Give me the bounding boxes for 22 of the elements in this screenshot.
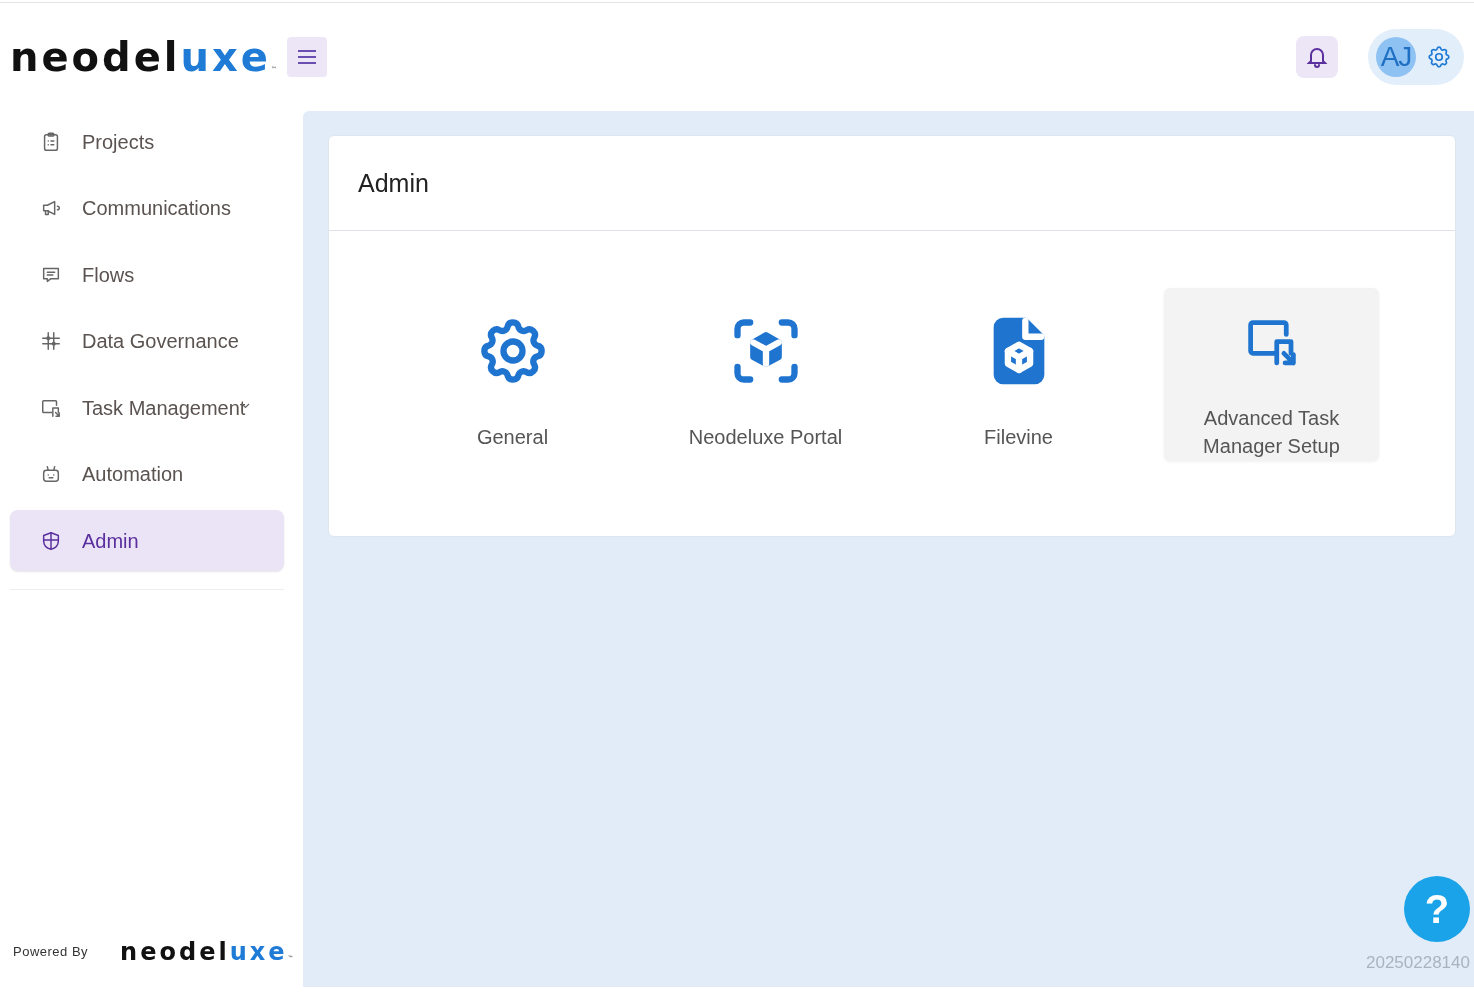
menu-icon	[296, 49, 317, 65]
admin-tile[interactable]: Neodeluxe Portal	[658, 288, 873, 461]
sidebar-item[interactable]: Data Governance	[10, 310, 284, 372]
bell-icon	[1305, 45, 1329, 69]
page-title: Admin	[358, 168, 429, 198]
grid-icon	[40, 330, 62, 352]
admin-tile[interactable]: Filevine	[911, 288, 1126, 461]
admin-tile[interactable]: Advanced Task Manager Setup	[1164, 288, 1379, 461]
robot-icon	[40, 463, 62, 485]
shield-icon	[40, 529, 62, 552]
notification-button[interactable]	[1296, 36, 1338, 78]
sidebar-item[interactable]: Automation	[10, 443, 284, 505]
settings-icon	[1426, 44, 1452, 70]
sidebar-item[interactable]: Admin	[10, 510, 284, 571]
sidebar-item[interactable]: Projects	[10, 111, 284, 172]
sidebar-item[interactable]: Task Management	[10, 377, 284, 438]
sidebar-item[interactable]: Communications	[10, 177, 284, 239]
admin-tile[interactable]: General	[405, 288, 620, 461]
sidebar-item[interactable]: Flows	[10, 244, 284, 305]
menu-button[interactable]	[286, 37, 327, 77]
powered-by-label: Powered By	[13, 943, 89, 962]
build-id: 20250228140	[1366, 951, 1470, 974]
